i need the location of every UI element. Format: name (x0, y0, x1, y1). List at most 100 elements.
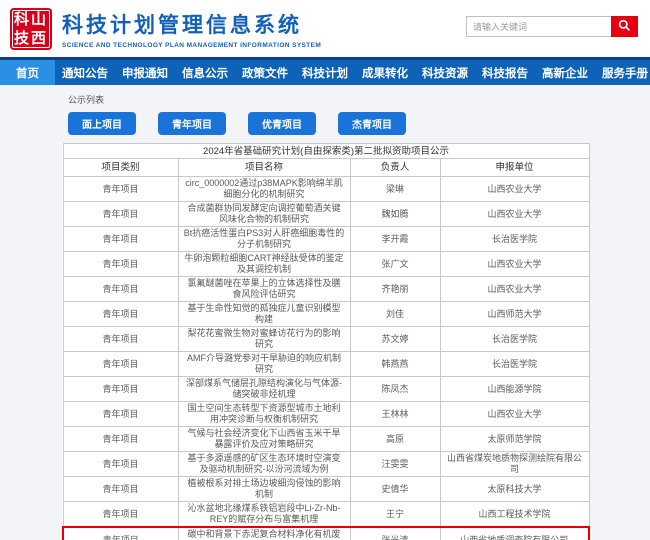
cell-leader: 李开霞 (350, 227, 440, 252)
cell-unit: 太原师范学院 (440, 427, 589, 452)
cell-category: 青年项目 (63, 177, 178, 202)
cell-category: 青年项目 (63, 327, 178, 352)
cell-unit: 山西农业大学 (440, 402, 589, 427)
cell-name: circ_0000002通过p38MAPK影响绵羊肌细胞分化的机制研究 (178, 177, 350, 202)
cell-name: 沁水盆地北缘煤系铁铝岩段中Li-Zr-Nb-REY的赋存分布与富集机理 (178, 502, 350, 528)
cell-unit: 长治医学院 (440, 352, 589, 377)
column-header-leader: 负责人 (350, 159, 440, 177)
cell-category: 青年项目 (63, 377, 178, 402)
cell-leader: 王林林 (350, 402, 440, 427)
filter-button-3[interactable]: 杰青项目 (338, 112, 406, 135)
cell-leader: 刘佳 (350, 302, 440, 327)
table-row: 青年项目基于多源遥感的矿区生态环境时空演变及驱动机制研究-以汾河流域为例汪雯雯山… (63, 452, 589, 477)
nav-item-10[interactable]: 服务手册 (595, 60, 650, 85)
cell-leader: 齐艳丽 (350, 277, 440, 302)
cell-leader: 苏文婷 (350, 327, 440, 352)
cell-category: 青年项目 (63, 302, 178, 327)
cell-unit: 山西能源学院 (440, 377, 589, 402)
cell-unit: 山西农业大学 (440, 202, 589, 227)
shanxi-sci-tech-logo: 科山 技西 (10, 8, 52, 50)
cell-leader: 梁琳 (350, 177, 440, 202)
cell-name: 氯氟醚菌唑在苹果上的立体选择性及膳食风险评估研究 (178, 277, 350, 302)
cell-unit: 山西农业大学 (440, 252, 589, 277)
table-row: 青年项目牛卵泡颗粒细胞CART神经肽受体的鉴定及其调控机制张广文山西农业大学 (63, 252, 589, 277)
nav-item-1[interactable]: 通知公告 (55, 60, 115, 85)
nav-item-9[interactable]: 高新企业 (535, 60, 595, 85)
cell-name: 植被根系对排土场边坡细沟侵蚀的影响机制 (178, 477, 350, 502)
cell-category: 青年项目 (63, 527, 178, 540)
cell-leader: 高原 (350, 427, 440, 452)
app-title: 科技计划管理信息系统 (62, 9, 321, 39)
cell-category: 青年项目 (63, 402, 178, 427)
table-row: 青年项目circ_0000002通过p38MAPK影响绵羊肌细胞分化的机制研究梁… (63, 177, 589, 202)
nav-item-8[interactable]: 科技报告 (475, 60, 535, 85)
cell-unit: 山西农业大学 (440, 277, 589, 302)
column-header-name: 项目名称 (178, 159, 350, 177)
filter-button-0[interactable]: 面上项目 (68, 112, 136, 135)
filter-button-2[interactable]: 优青项目 (248, 112, 316, 135)
cell-unit: 山西省地质调查院有限公司 (440, 527, 589, 540)
cell-name: 碳中和背景下赤泥复合材料净化有机废水的应用研究 (178, 527, 350, 540)
nav-item-7[interactable]: 科技资源 (415, 60, 475, 85)
nav-item-4[interactable]: 政策文件 (235, 60, 295, 85)
nav-item-6[interactable]: 成果转化 (355, 60, 415, 85)
filter-button-1[interactable]: 青年项目 (158, 112, 226, 135)
cell-category: 青年项目 (63, 277, 178, 302)
breadcrumb: 公示列表 (68, 93, 650, 106)
column-header-unit: 申报单位 (440, 159, 589, 177)
cell-name: 梨花花蜜微生物对蜜蜂访花行为的影响研究 (178, 327, 350, 352)
cell-leader: 魏如腾 (350, 202, 440, 227)
cell-category: 青年项目 (63, 352, 178, 377)
cell-leader: 韩燕燕 (350, 352, 440, 377)
filter-button-bar: 面上项目青年项目优青项目杰青项目 (68, 112, 650, 135)
cell-name: 深部煤系气储层孔隙结构演化与气体源-储突破非烃机理 (178, 377, 350, 402)
project-table: 2024年省基础研究计划(自由探索类)第二批拟资助项目公示 项目类别 项目名称 … (62, 143, 590, 540)
cell-unit: 山西农业大学 (440, 177, 589, 202)
cell-unit: 长治医学院 (440, 227, 589, 252)
nav-item-0[interactable]: 首页 (0, 60, 55, 85)
cell-category: 青年项目 (63, 202, 178, 227)
table-row: 青年项目梨花花蜜微生物对蜜蜂访花行为的影响研究苏文婷长治医学院 (63, 327, 589, 352)
cell-unit: 山西省煤炭地质物探测绘院有限公司 (440, 452, 589, 477)
search-bar (466, 16, 638, 37)
table-row: 青年项目Bt抗癌活性蛋白PS3对人肝癌细胞毒性的分子机制研究李开霞长治医学院 (63, 227, 589, 252)
table-row-highlighted: 青年项目碳中和背景下赤泥复合材料净化有机废水的应用研究张光清山西省地质调查院有限… (63, 527, 589, 540)
app-subtitle: SCIENCE AND TECHNOLOGY PLAN MANAGEMENT I… (62, 42, 321, 49)
nav-item-3[interactable]: 信息公示 (175, 60, 235, 85)
cell-category: 青年项目 (63, 477, 178, 502)
cell-leader: 史倩华 (350, 477, 440, 502)
cell-unit: 太原科技大学 (440, 477, 589, 502)
search-button[interactable] (611, 16, 638, 37)
nav-item-2[interactable]: 申报通知 (115, 60, 175, 85)
column-header-category: 项目类别 (63, 159, 178, 177)
table-row: 青年项目基于生命性知觉的孤独症儿童识别模型构建刘佳山西师范大学 (63, 302, 589, 327)
search-icon (618, 19, 631, 35)
cell-leader: 王宁 (350, 502, 440, 528)
nav-item-5[interactable]: 科技计划 (295, 60, 355, 85)
table-row: 青年项目植被根系对排土场边坡细沟侵蚀的影响机制史倩华太原科技大学 (63, 477, 589, 502)
logo-line1: 科山 (10, 10, 52, 29)
cell-category: 青年项目 (63, 252, 178, 277)
cell-name: 牛卵泡颗粒细胞CART神经肽受体的鉴定及其调控机制 (178, 252, 350, 277)
cell-name: AMF介导潞党参对干旱胁迫的响应机制研究 (178, 352, 350, 377)
table-row: 青年项目沁水盆地北缘煤系铁铝岩段中Li-Zr-Nb-REY的赋存分布与富集机理王… (63, 502, 589, 528)
cell-unit: 长治医学院 (440, 327, 589, 352)
cell-leader: 陈凤杰 (350, 377, 440, 402)
cell-category: 青年项目 (63, 427, 178, 452)
search-input[interactable] (466, 16, 611, 37)
table-row: 青年项目气候与社会经济变化下山西省玉米干旱暴露评价及应对策略研究高原太原师范学院 (63, 427, 589, 452)
table-title: 2024年省基础研究计划(自由探索类)第二批拟资助项目公示 (63, 144, 589, 159)
table-row: 青年项目合成菌群协同发酵定向调控葡萄酒关键风味化合物的机制研究魏如腾山西农业大学 (63, 202, 589, 227)
page-content: 公示列表 面上项目青年项目优青项目杰青项目 2024年省基础研究计划(自由探索类… (0, 85, 650, 540)
cell-name: 合成菌群协同发酵定向调控葡萄酒关键风味化合物的机制研究 (178, 202, 350, 227)
table-row: 青年项目AMF介导潞党参对干旱胁迫的响应机制研究韩燕燕长治医学院 (63, 352, 589, 377)
table-row: 青年项目深部煤系气储层孔隙结构演化与气体源-储突破非烃机理陈凤杰山西能源学院 (63, 377, 589, 402)
table-row: 青年项目氯氟醚菌唑在苹果上的立体选择性及膳食风险评估研究齐艳丽山西农业大学 (63, 277, 589, 302)
cell-leader: 汪雯雯 (350, 452, 440, 477)
cell-leader: 张光清 (350, 527, 440, 540)
cell-name: 国土空间生态转型下资源型城市土地利用冲突诊断与权衡机制研究 (178, 402, 350, 427)
cell-name: 气候与社会经济变化下山西省玉米干旱暴露评价及应对策略研究 (178, 427, 350, 452)
cell-category: 青年项目 (63, 452, 178, 477)
cell-unit: 山西工程技术学院 (440, 502, 589, 528)
table-body: 青年项目circ_0000002通过p38MAPK影响绵羊肌细胞分化的机制研究梁… (63, 177, 589, 540)
